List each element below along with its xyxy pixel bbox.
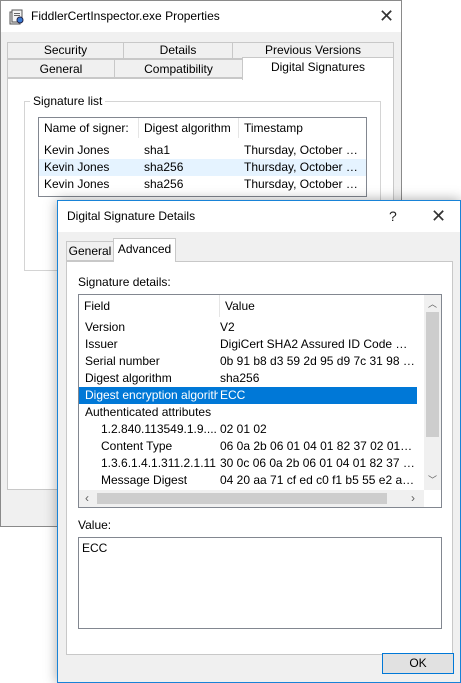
digest-algorithm: sha1 (144, 143, 171, 157)
field-value: ECC (220, 388, 246, 402)
field-name: Content Type (101, 439, 173, 453)
column-header-value[interactable]: Value (220, 295, 418, 317)
horizontal-scrollbar[interactable]: ‹ › (79, 490, 424, 507)
hscrollbar-thumb[interactable] (97, 493, 387, 504)
signer-name: Kevin Jones (44, 143, 110, 157)
field-value: 04 20 aa 71 cf ed c0 f1 b5 55 e2 a7 bd .… (220, 473, 415, 487)
signer-name: Kevin Jones (44, 177, 110, 191)
column-header-timestamp[interactable]: Timestamp (239, 118, 366, 138)
details-rows: Version V2 Issuer DigiCert SHA2 Assured … (79, 319, 419, 491)
details-row[interactable]: Issuer DigiCert SHA2 Assured ID Code Sig… (79, 336, 417, 353)
application-icon (9, 9, 24, 25)
properties-window-title: FiddlerCertInspector.exe Properties (31, 9, 220, 23)
signature-row[interactable]: Kevin Jones sha256 Thursday, October 13.… (39, 176, 366, 193)
value-textbox[interactable]: ECC (78, 537, 442, 629)
signature-row[interactable]: Kevin Jones sha256 Thursday, October 13.… (39, 159, 366, 176)
field-value: 06 0a 2b 06 01 04 01 82 37 02 01 04 (220, 439, 415, 453)
field-name: Issuer (85, 337, 118, 351)
advanced-page: Signature details: Field Value Version V… (66, 261, 453, 655)
field-name: Digest encryption algorithm (85, 388, 218, 402)
tab-general[interactable]: General (7, 59, 115, 78)
details-row[interactable]: Serial number 0b 91 b8 d3 59 2d 95 d9 7c… (79, 353, 417, 370)
field-value: V2 (220, 320, 235, 334)
details-row[interactable]: 1.2.840.113549.1.9.... 02 01 02 (79, 421, 417, 438)
scroll-down-icon[interactable]: ﹀ (428, 473, 437, 486)
field-name: Digest algorithm (85, 371, 172, 385)
tab-advanced[interactable]: Advanced (113, 238, 176, 262)
dialog-close-icon[interactable]: ✕ (431, 207, 446, 225)
properties-title-bar[interactable]: FiddlerCertInspector.exe Properties ✕ (1, 1, 401, 32)
field-name: 1.3.6.1.4.1.311.2.1.11 (101, 456, 216, 470)
details-row-selected[interactable]: Digest encryption algorithm ECC (79, 387, 417, 404)
details-row[interactable]: Message Digest 04 20 aa 71 cf ed c0 f1 b… (79, 472, 417, 489)
field-name: 1.2.840.113549.1.9.... (101, 422, 217, 436)
field-value: DigiCert SHA2 Assured ID Code Signing ..… (220, 337, 415, 351)
scrollbar-thumb[interactable] (426, 312, 439, 437)
field-name: Serial number (85, 354, 160, 368)
details-row[interactable]: 1.3.6.1.4.1.311.2.1.11 30 0c 06 0a 2b 06… (79, 455, 417, 472)
field-name: Authenticated attributes (85, 405, 212, 419)
timestamp: Thursday, October 13... (244, 143, 362, 157)
value-label: Value: (78, 518, 112, 532)
tab-general[interactable]: General (66, 241, 114, 261)
details-row[interactable]: Authenticated attributes (79, 404, 417, 421)
value-text: ECC (82, 541, 108, 555)
field-value: 0b 91 b8 d3 59 2d 95 d9 7c 31 98 fd b8 .… (220, 354, 415, 368)
help-icon[interactable]: ? (389, 208, 397, 224)
field-name: Message Digest (101, 473, 188, 487)
timestamp: Thursday, October 13... (244, 160, 362, 174)
field-value: 30 0c 06 0a 2b 06 01 04 01 82 37 02 01 .… (220, 456, 415, 470)
digest-algorithm: sha256 (144, 177, 184, 191)
scroll-right-icon[interactable]: › (411, 491, 415, 505)
signature-details-label: Signature details: (78, 275, 171, 289)
field-value: 02 01 02 (220, 422, 267, 436)
timestamp: Thursday, October 13... (244, 177, 362, 191)
ok-button[interactable]: OK (382, 653, 454, 674)
details-row[interactable]: Content Type 06 0a 2b 06 01 04 01 82 37 … (79, 438, 417, 455)
signature-list-label: Signature list (30, 94, 106, 108)
details-row[interactable]: Version V2 (79, 319, 417, 336)
properties-close-icon[interactable]: ✕ (379, 7, 394, 25)
signer-name: Kevin Jones (44, 160, 110, 174)
field-name: Version (85, 320, 126, 334)
signature-details-dialog: Digital Signature Details ? ✕ General Ad… (57, 200, 461, 683)
scroll-up-icon[interactable]: ︿ (428, 297, 437, 310)
tab-security[interactable]: Security (7, 42, 124, 59)
signature-list[interactable]: Name of signer: Digest algorithm Timesta… (38, 117, 367, 197)
field-value: sha256 (220, 371, 260, 385)
dialog-title: Digital Signature Details (67, 209, 196, 223)
tab-compatibility[interactable]: Compatibility (114, 59, 243, 78)
signature-row[interactable]: Kevin Jones sha1 Thursday, October 13... (39, 142, 366, 159)
digest-algorithm: sha256 (144, 160, 184, 174)
tab-details[interactable]: Details (123, 42, 233, 59)
column-header-field[interactable]: Field (79, 295, 220, 317)
details-row[interactable]: Digest algorithm sha256 (79, 370, 417, 387)
vertical-scrollbar[interactable]: ︿ ﹀ (424, 295, 441, 490)
dialog-title-bar[interactable]: Digital Signature Details ? ✕ (58, 201, 460, 232)
column-header-name-of-signer[interactable]: Name of signer: (39, 118, 139, 138)
tab-digital-signatures[interactable]: Digital Signatures (242, 57, 394, 80)
signature-details-list[interactable]: Field Value Version V2 Issuer DigiCert S… (78, 294, 442, 508)
scroll-left-icon[interactable]: ‹ (85, 491, 89, 505)
column-header-digest-algorithm[interactable]: Digest algorithm (139, 118, 239, 138)
